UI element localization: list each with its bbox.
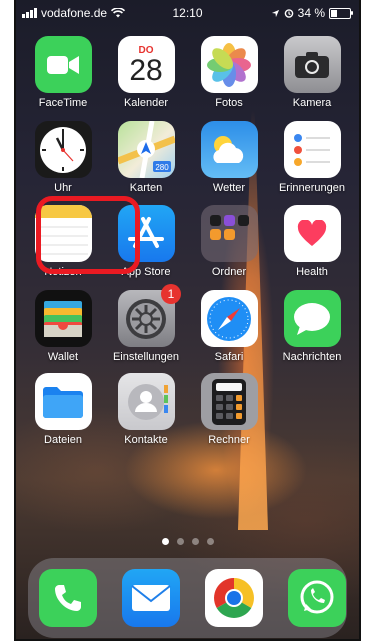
app-kalender[interactable]: DO 28 Kalender bbox=[105, 36, 187, 109]
phone-icon bbox=[39, 569, 97, 627]
status-bar: vodafone.de 12:10 34 % bbox=[16, 0, 359, 24]
calculator-icon bbox=[200, 373, 258, 430]
app-label: Einstellungen bbox=[112, 351, 180, 363]
camera-icon bbox=[283, 36, 341, 93]
battery-icon bbox=[329, 7, 353, 19]
app-fotos[interactable]: Fotos bbox=[188, 36, 270, 109]
photos-icon bbox=[200, 36, 258, 93]
app-einstellungen[interactable]: 1 Einstellungen bbox=[105, 284, 187, 363]
location-icon bbox=[271, 9, 279, 17]
app-kamera[interactable]: Kamera bbox=[271, 36, 353, 109]
calendar-day: 28 bbox=[129, 54, 163, 87]
dock-app-telefon[interactable] bbox=[32, 569, 104, 627]
weather-icon bbox=[200, 121, 258, 178]
page-dot[interactable] bbox=[191, 538, 199, 545]
dock-app-mail[interactable] bbox=[115, 569, 187, 627]
app-erinnerungen[interactable]: Erinnerungen bbox=[271, 121, 353, 194]
facetime-icon bbox=[34, 36, 92, 93]
app-nachrichten[interactable]: Nachrichten bbox=[271, 290, 353, 363]
app-label: Kontakte bbox=[124, 434, 168, 446]
app-facetime[interactable]: FaceTime bbox=[22, 36, 104, 109]
app-label: FaceTime bbox=[38, 97, 88, 109]
contacts-icon bbox=[117, 373, 175, 430]
app-ordner[interactable]: Ordner bbox=[188, 205, 270, 278]
health-icon bbox=[283, 205, 341, 262]
app-kontakte[interactable]: Kontakte bbox=[105, 373, 187, 446]
app-label: Safari bbox=[214, 351, 244, 363]
chrome-icon bbox=[205, 569, 263, 627]
maps-icon: 280 bbox=[117, 121, 175, 178]
app-label: Ordner bbox=[211, 266, 247, 278]
app-label: Wetter bbox=[212, 182, 246, 194]
app-label: Erinnerungen bbox=[278, 182, 346, 194]
reminders-icon bbox=[283, 121, 341, 178]
battery-percent: 34 % bbox=[297, 6, 325, 20]
app-health[interactable]: Health bbox=[271, 205, 353, 278]
dock-app-chrome[interactable] bbox=[198, 569, 270, 627]
app-uhr[interactable]: Uhr bbox=[22, 121, 104, 194]
clock-icon bbox=[34, 121, 92, 178]
dock-app-whatsapp[interactable] bbox=[281, 569, 353, 627]
folder-icon bbox=[200, 205, 258, 262]
app-label: Wallet bbox=[47, 351, 79, 363]
app-label: Nachrichten bbox=[282, 351, 342, 363]
page-dot[interactable] bbox=[206, 538, 214, 545]
map-route-number: 280 bbox=[155, 163, 169, 172]
wallet-icon bbox=[34, 290, 92, 347]
app-label: Kamera bbox=[292, 97, 332, 109]
highlight-box bbox=[36, 196, 140, 274]
dock bbox=[28, 558, 347, 638]
app-wallet[interactable]: Wallet bbox=[22, 290, 104, 363]
page-indicator[interactable] bbox=[16, 538, 359, 545]
alarm-icon bbox=[284, 9, 293, 18]
app-label: Dateien bbox=[44, 434, 82, 446]
app-label: Karten bbox=[129, 182, 163, 194]
app-label: Rechner bbox=[208, 434, 250, 446]
calendar-icon: DO 28 bbox=[117, 36, 175, 93]
home-screen: vodafone.de 12:10 34 % FaceTime DO 28 Ka… bbox=[14, 0, 361, 641]
mail-icon bbox=[122, 569, 180, 627]
safari-compass-icon bbox=[200, 290, 258, 347]
app-wetter[interactable]: Wetter bbox=[188, 121, 270, 194]
app-label: Fotos bbox=[215, 97, 243, 109]
page-dot[interactable] bbox=[161, 538, 169, 545]
app-rechner[interactable]: Rechner bbox=[188, 373, 270, 446]
notification-badge: 1 bbox=[161, 284, 181, 304]
files-folder-icon bbox=[34, 373, 92, 430]
app-safari[interactable]: Safari bbox=[188, 290, 270, 363]
app-label: Uhr bbox=[54, 182, 72, 194]
app-label: Health bbox=[296, 266, 328, 278]
messages-icon bbox=[283, 290, 341, 347]
whatsapp-icon bbox=[288, 569, 346, 627]
page-dot[interactable] bbox=[176, 538, 184, 545]
app-dateien[interactable]: Dateien bbox=[22, 373, 104, 446]
app-karten[interactable]: 280 Karten bbox=[105, 121, 187, 194]
app-label: Kalender bbox=[123, 97, 169, 109]
